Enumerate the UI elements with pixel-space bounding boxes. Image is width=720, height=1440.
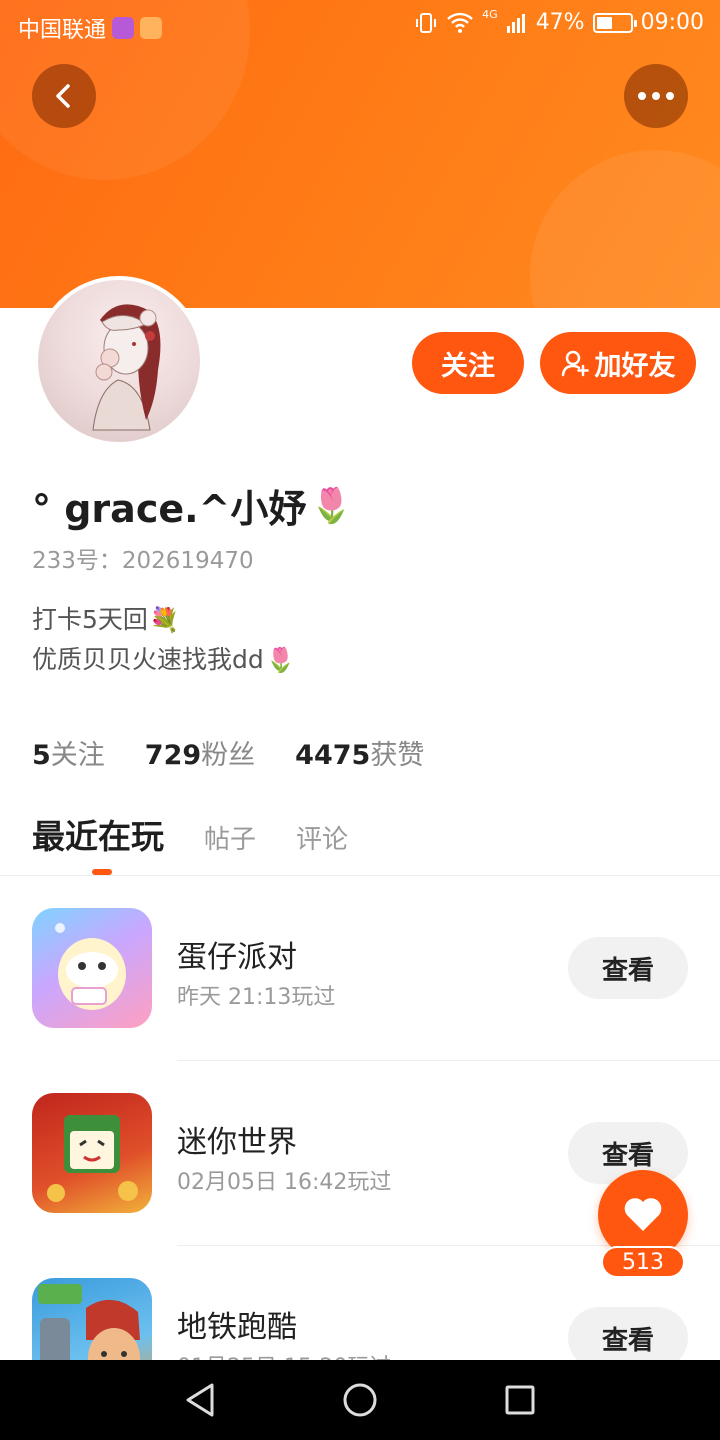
stat-followers[interactable]: 729粉丝 (145, 733, 255, 772)
game-title: 迷你世界 (177, 1125, 297, 1160)
status-bar: 中国联通 4G 47% 09:00 (0, 0, 720, 50)
stat-label: 关注 (50, 740, 105, 771)
add-friend-button-label: 加好友 (594, 350, 676, 382)
bio-line-2: 优质贝贝火速找我dd (32, 645, 264, 674)
system-navigation-bar (0, 1360, 720, 1440)
vibrate-icon (416, 12, 437, 33)
video-app-icon (140, 17, 163, 39)
user-id: 233号：202619470 (32, 548, 254, 574)
view-button[interactable]: 查看 (568, 1307, 688, 1360)
follow-button[interactable]: 关注 (412, 332, 524, 394)
avatar-illustration (92, 304, 161, 431)
tulip-emoji: 🌷 (265, 646, 296, 674)
profile-tabs: 最近在玩 帖子 评论 (32, 810, 348, 858)
game-icon-eggy-party (32, 908, 152, 1028)
avatar[interactable] (34, 276, 204, 446)
game-last-played: 02月05日 16:42玩过 (177, 1170, 392, 1195)
square-recents-icon (505, 1385, 535, 1415)
more-options-button[interactable] (624, 64, 688, 128)
stat-label: 获赞 (370, 740, 425, 771)
username: ° grace.^小妤 🌷 (32, 478, 353, 533)
nav-recents-button[interactable] (500, 1380, 540, 1420)
add-friend-button[interactable]: 加好友 (540, 332, 696, 394)
bio: 打卡5天回 💐 优质贝贝火速找我dd 🌷 (32, 600, 296, 680)
profile-stats: 5关注 729粉丝 4475获赞 (32, 733, 424, 772)
game-icon-mini-world (32, 1093, 152, 1213)
triangle-back-icon (186, 1383, 214, 1417)
network-type: 4G (482, 8, 498, 21)
game-title: 蛋仔派对 (177, 940, 297, 975)
signal-icon (506, 13, 525, 33)
stat-following[interactable]: 5关注 (32, 733, 105, 772)
heart-icon (624, 1198, 662, 1231)
battery-icon (592, 12, 637, 33)
stat-value: 5 (32, 740, 51, 771)
list-item[interactable]: 蛋仔派对 昨天 21:13玩过 查看 (0, 876, 720, 1061)
tab-comments[interactable]: 评论 (296, 819, 348, 856)
view-button[interactable]: 查看 (568, 937, 688, 999)
avatar-image (38, 280, 200, 442)
battery-level-fill (596, 16, 612, 29)
back-button[interactable] (32, 64, 96, 128)
recently-played-list: 蛋仔派对 昨天 21:13玩过 查看 迷你世界 02月05日 16:42玩过 查… (0, 876, 720, 1360)
app-notification-icon (112, 17, 135, 39)
game-last-played: 昨天 21:13玩过 (177, 985, 336, 1010)
bouquet-emoji: 💐 (149, 606, 180, 634)
add-user-icon (561, 350, 589, 377)
carrier-name: 中国联通 (18, 18, 107, 43)
follow-button-label: 关注 (441, 350, 495, 382)
tulip-emoji: 🌷 (310, 485, 353, 526)
more-horizontal-icon (638, 92, 674, 100)
stat-label: 粉丝 (201, 740, 256, 771)
battery-percent: 47% (535, 10, 585, 35)
circle-home-icon (343, 1383, 377, 1417)
username-text: ° grace.^小妤 (32, 487, 307, 531)
chevron-left-icon (56, 84, 70, 108)
decor-circle (530, 150, 720, 308)
tab-posts[interactable]: 帖子 (204, 819, 256, 856)
wifi-icon (447, 12, 474, 33)
stat-value: 4475 (295, 740, 371, 771)
game-icon-subway-surfers (32, 1278, 152, 1360)
nav-home-button[interactable] (340, 1380, 380, 1420)
nav-back-button[interactable] (180, 1380, 220, 1420)
bio-line-1: 打卡5天回 (32, 605, 148, 634)
game-last-played: 01月25日 15:20玩过 (177, 1349, 391, 1360)
tab-recently-played[interactable]: 最近在玩 (32, 810, 164, 858)
stat-likes[interactable]: 4475获赞 (295, 733, 424, 772)
stat-value: 729 (144, 740, 202, 771)
clock: 09:00 (640, 10, 704, 35)
like-count: 513 (601, 1246, 685, 1278)
game-title: 地铁跑酷 (177, 1310, 297, 1345)
